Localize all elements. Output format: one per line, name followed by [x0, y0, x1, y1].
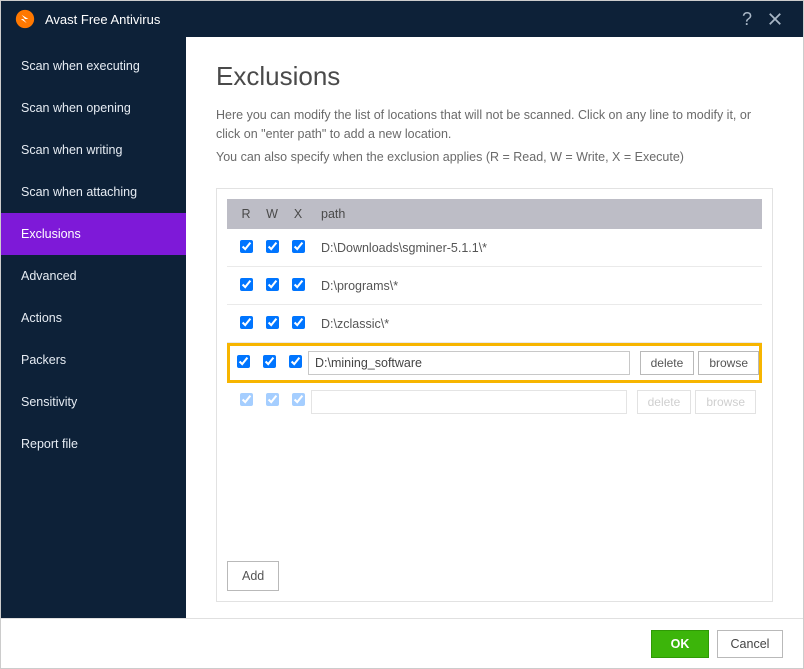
main-content: Exclusions Here you can modify the list …: [186, 37, 803, 618]
table-row-ghost[interactable]: delete browse: [227, 383, 762, 421]
checkbox-x[interactable]: [289, 355, 302, 368]
app-title: Avast Free Antivirus: [45, 12, 160, 27]
checkbox-r[interactable]: [240, 316, 253, 329]
exclusions-panel: R W X path D:\Downloads\sgminer-5.1.1\*: [216, 188, 773, 602]
add-button[interactable]: Add: [227, 561, 279, 591]
sidebar-item-scan-writing[interactable]: Scan when writing: [1, 129, 186, 171]
body: Scan when executing Scan when opening Sc…: [1, 37, 803, 618]
page-description-1: Here you can modify the list of location…: [216, 106, 773, 144]
sidebar-item-packers[interactable]: Packers: [1, 339, 186, 381]
footer: OK Cancel: [1, 618, 803, 668]
col-header-x: X: [285, 207, 311, 221]
browse-button[interactable]: browse: [698, 351, 759, 375]
checkbox-w[interactable]: [263, 355, 276, 368]
sidebar-item-report-file[interactable]: Report file: [1, 423, 186, 465]
table-row[interactable]: D:\zclassic\*: [227, 305, 762, 343]
sidebar-item-scan-executing[interactable]: Scan when executing: [1, 45, 186, 87]
checkbox-r-ghost[interactable]: [240, 393, 253, 406]
sidebar: Scan when executing Scan when opening Sc…: [1, 37, 186, 618]
sidebar-item-exclusions[interactable]: Exclusions: [1, 213, 186, 255]
help-icon[interactable]: ?: [733, 5, 761, 33]
sidebar-item-sensitivity[interactable]: Sensitivity: [1, 381, 186, 423]
delete-button-ghost: delete: [637, 390, 692, 414]
checkbox-w[interactable]: [266, 240, 279, 253]
browse-button-ghost: browse: [695, 390, 756, 414]
checkbox-x[interactable]: [292, 240, 305, 253]
col-header-r: R: [233, 207, 259, 221]
checkbox-x-ghost[interactable]: [292, 393, 305, 406]
checkbox-r[interactable]: [240, 278, 253, 291]
path-input-ghost[interactable]: [311, 390, 627, 414]
table-row[interactable]: D:\Downloads\sgminer-5.1.1\*: [227, 229, 762, 267]
delete-button[interactable]: delete: [640, 351, 695, 375]
avast-logo-icon: [15, 9, 35, 29]
col-header-w: W: [259, 207, 285, 221]
sidebar-item-actions[interactable]: Actions: [1, 297, 186, 339]
col-header-path: path: [311, 207, 756, 221]
close-icon[interactable]: [761, 5, 789, 33]
checkbox-x[interactable]: [292, 278, 305, 291]
cancel-button[interactable]: Cancel: [717, 630, 783, 658]
checkbox-x[interactable]: [292, 316, 305, 329]
titlebar: Avast Free Antivirus ?: [1, 1, 803, 37]
checkbox-w-ghost[interactable]: [266, 393, 279, 406]
checkbox-w[interactable]: [266, 278, 279, 291]
checkbox-r[interactable]: [237, 355, 250, 368]
ok-button[interactable]: OK: [651, 630, 709, 658]
row-path: D:\zclassic\*: [311, 317, 756, 331]
row-path: D:\Downloads\sgminer-5.1.1\*: [311, 241, 756, 255]
sidebar-item-advanced[interactable]: Advanced: [1, 255, 186, 297]
checkbox-w[interactable]: [266, 316, 279, 329]
table-row-selected[interactable]: delete browse: [227, 343, 762, 383]
page-title: Exclusions: [216, 61, 773, 92]
sidebar-item-scan-attaching[interactable]: Scan when attaching: [1, 171, 186, 213]
table-row[interactable]: D:\programs\*: [227, 267, 762, 305]
sidebar-item-scan-opening[interactable]: Scan when opening: [1, 87, 186, 129]
table-header: R W X path: [227, 199, 762, 229]
row-path: D:\programs\*: [311, 279, 756, 293]
page-description-2: You can also specify when the exclusion …: [216, 148, 773, 167]
app-window: Avast Free Antivirus ? Scan when executi…: [0, 0, 804, 669]
checkbox-r[interactable]: [240, 240, 253, 253]
path-input[interactable]: [308, 351, 630, 375]
